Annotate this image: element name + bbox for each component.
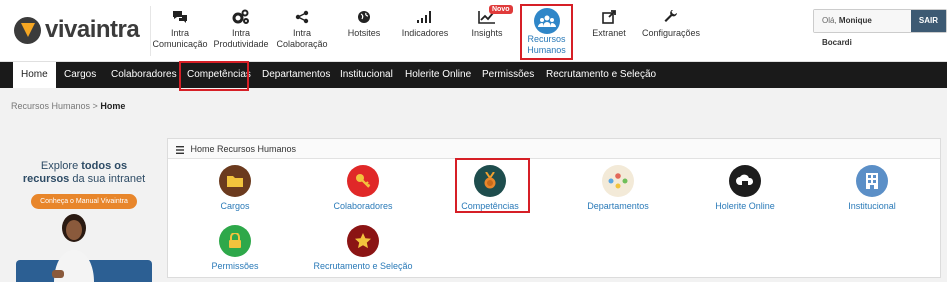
logo-mark-icon [14, 16, 41, 44]
module-label-line1: Intra [292, 28, 311, 38]
wrench-icon [642, 6, 700, 28]
tile-label: Colaboradores [333, 201, 393, 211]
globe-icon [340, 6, 388, 28]
module-label-line1: Intra [231, 28, 250, 38]
tile-cargos[interactable]: Cargos [180, 165, 290, 211]
folder-icon [219, 165, 251, 197]
tile-label: Permissões [211, 261, 259, 271]
tile-colaboradores[interactable]: Colaboradores [308, 165, 418, 211]
highlight-box [179, 61, 249, 91]
breadcrumb-parent[interactable]: Recursos Humanos [11, 101, 90, 111]
highlight-box [455, 158, 530, 213]
tile-recrutamento[interactable]: Recrutamento e Seleção [308, 225, 418, 271]
tile-permissoes[interactable]: Permissões [180, 225, 290, 271]
tile-label: Holerite Online [715, 201, 775, 211]
user-box: Olá, Monique Bocardi SAIR [813, 9, 947, 47]
signal-bars-icon [400, 6, 450, 28]
module-label-line2: Humanos [527, 45, 566, 55]
list-icon [176, 145, 184, 154]
section-menu: Home Cargos Colaboradores Competências D… [0, 62, 947, 88]
module-label-line2: Comunicação [152, 39, 208, 49]
module-label-line1: Intra [170, 28, 189, 38]
module-extranet[interactable]: Extranet [588, 6, 630, 39]
tile-label: Cargos [220, 201, 250, 211]
user-greeting: Olá, Monique Bocardi [814, 10, 911, 47]
module-label-line2: Colaboração [276, 39, 328, 49]
star-icon [347, 225, 379, 257]
module-label-line2: Produtividade [213, 39, 269, 49]
share-icon [274, 6, 330, 28]
panel-title: Home Recursos Humanos [190, 144, 297, 154]
module-label-line1: Hotsites [347, 28, 381, 38]
cloud-icon [729, 165, 761, 197]
chat-bubbles-icon [150, 6, 210, 28]
breadcrumb-current: Home [100, 101, 126, 111]
module-hotsites[interactable]: Hotsites [340, 6, 388, 39]
promo-headline: Explore todos os recursos da sua intrane… [22, 160, 146, 185]
tile-label: Institucional [848, 201, 896, 211]
module-configuracoes[interactable]: Configurações [642, 6, 700, 39]
building-icon [856, 165, 888, 197]
menu-item-departamentos[interactable]: Departamentos [254, 62, 338, 88]
tile-label: Recrutamento e Seleção [313, 261, 413, 271]
key-icon [347, 165, 379, 197]
team-icon [602, 165, 634, 197]
gears-icon [212, 6, 270, 28]
module-label-line1: Extranet [592, 28, 626, 38]
menu-item-permissoes[interactable]: Permissões [474, 62, 542, 88]
tile-institucional[interactable]: Institucional [817, 165, 927, 211]
tile-label: Departamentos [587, 201, 649, 211]
logout-button[interactable]: SAIR [910, 10, 946, 32]
menu-item-home[interactable]: Home [13, 62, 56, 88]
menu-item-cargos[interactable]: Cargos [56, 62, 104, 88]
module-intra-comunicacao[interactable]: Intra Comunicação [150, 6, 210, 50]
panel-header: Home Recursos Humanos [168, 139, 940, 159]
top-bar: vivaintra Intra Comunicação Intra Produt… [0, 0, 947, 62]
menu-item-institucional[interactable]: Institucional [332, 62, 401, 88]
manual-promo: Explore todos os recursos da sua intrane… [16, 160, 152, 282]
tile-departamentos[interactable]: Departamentos [563, 165, 673, 211]
rh-home-panel: Home Recursos Humanos Cargos Colaborador… [167, 138, 941, 278]
external-link-icon [588, 6, 630, 28]
menu-item-holerite-online[interactable]: Holerite Online [397, 62, 479, 88]
lock-icon [219, 225, 251, 257]
brand-logo[interactable]: vivaintra [14, 16, 140, 44]
new-badge: Novo [489, 5, 513, 14]
module-indicadores[interactable]: Indicadores [400, 6, 450, 39]
people-group-icon [533, 8, 560, 34]
module-label-line1: Indicadores [401, 28, 449, 38]
menu-item-colaboradores[interactable]: Colaboradores [103, 62, 185, 88]
module-label-line1: Configurações [642, 28, 701, 38]
module-intra-colaboracao[interactable]: Intra Colaboração [274, 6, 330, 50]
manual-cta-button[interactable]: Conheça o Manual Vivaintra [31, 194, 137, 209]
person-illustration [52, 214, 94, 282]
breadcrumb-separator: > [92, 101, 98, 111]
tile-holerite-online[interactable]: Holerite Online [690, 165, 800, 211]
module-label-line1: Recursos [527, 34, 566, 44]
brand-name: vivaintra [45, 16, 140, 43]
module-intra-produtividade[interactable]: Intra Produtividade [212, 6, 270, 50]
menu-item-recrutamento[interactable]: Recrutamento e Seleção [538, 62, 664, 88]
module-recursos-humanos[interactable]: Recursos Humanos [520, 4, 573, 60]
module-label-line1: Insights [471, 28, 503, 38]
breadcrumb: Recursos Humanos > Home [11, 101, 125, 111]
